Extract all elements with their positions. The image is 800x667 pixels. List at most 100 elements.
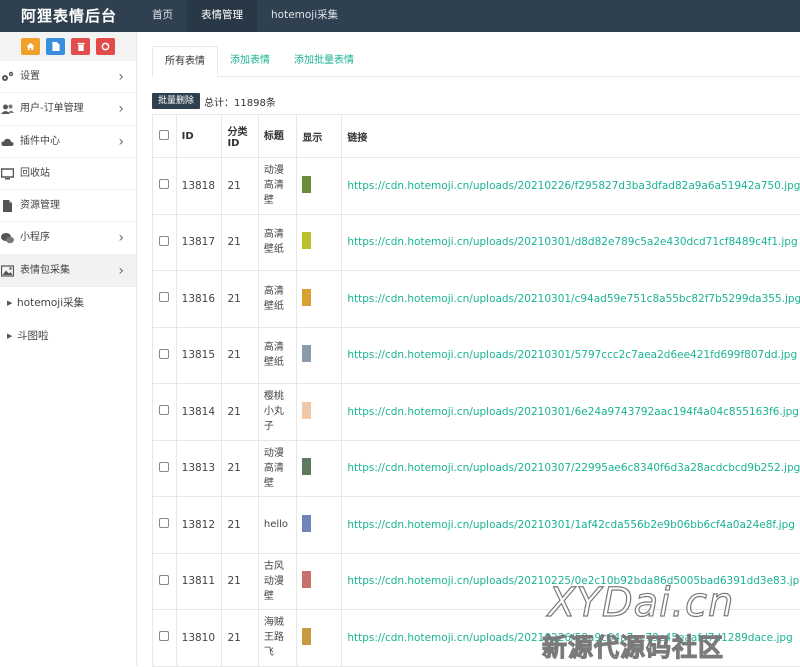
cell-link[interactable]: https://cdn.hotemoji.cn/uploads/20210225… [342,553,800,610]
cell-link[interactable]: https://cdn.hotemoji.cn/uploads/20210226… [342,158,800,215]
row-checkbox[interactable] [159,462,169,472]
cell-link[interactable]: https://cdn.hotemoji.cn/uploads/20210301… [342,327,800,384]
image-icon [1,265,14,277]
file-icon[interactable] [46,38,65,55]
emoji-thumbnail[interactable] [302,458,311,475]
home-icon[interactable] [21,38,40,55]
batch-delete-button[interactable]: 批量删除 [152,93,200,109]
row-checkbox[interactable] [159,518,169,528]
cell-category-id: 21 [222,497,258,554]
emoji-thumbnail[interactable] [302,515,311,532]
row-checkbox[interactable] [159,405,169,415]
cell-id: 13817 [176,214,222,271]
emoji-thumbnail[interactable] [302,571,311,588]
emoji-thumbnail[interactable] [302,232,311,249]
chevron-right-icon: › [118,222,124,254]
menu-settings[interactable]: 设置 › [0,61,136,93]
menu-resource-management[interactable]: 资源管理 [0,190,136,222]
table-row: 1381821动漫高清壁https://cdn.hotemoji.cn/uplo… [153,158,800,215]
cell-display [297,158,342,215]
emoji-thumbnail[interactable] [302,289,311,306]
cell-display [297,553,342,610]
nav-home[interactable]: 首页 [138,0,187,32]
emoji-url-link[interactable]: https://cdn.hotemoji.cn/uploads/20210301… [347,349,797,361]
row-select-cell [153,327,177,384]
cell-display [297,214,342,271]
cell-id: 13815 [176,327,222,384]
chevron-right-icon: › [118,255,124,287]
cell-link[interactable]: https://cdn.hotemoji.cn/uploads/20210301… [342,384,800,441]
table-row: 1381321动漫高清壁https://cdn.hotemoji.cn/uplo… [153,440,800,497]
menu-mini-program[interactable]: 小程序 › [0,222,136,254]
table-row: 1381621高清壁纸https://cdn.hotemoji.cn/uploa… [153,271,800,328]
cell-display [297,610,342,667]
header-display[interactable]: 显示 [297,115,342,158]
app-title: 阿狸表情后台 [0,0,138,32]
menu-emoji-collect[interactable]: 表情包采集 › [0,255,136,287]
recycle-icon[interactable] [96,38,115,55]
cell-link[interactable]: https://cdn.hotemoji.cn/uploads/20210226… [342,610,800,667]
row-select-cell [153,440,177,497]
header-id[interactable]: ID [176,115,222,158]
cell-link[interactable]: https://cdn.hotemoji.cn/uploads/20210301… [342,271,800,328]
emoji-thumbnail[interactable] [302,176,311,193]
row-checkbox[interactable] [159,292,169,302]
select-all-checkbox[interactable] [159,130,169,140]
chevron-right-icon: › [118,61,124,93]
tab-bar: 所有表情 添加表情 添加批量表情 [152,46,800,77]
emoji-thumbnail[interactable] [302,402,311,419]
cell-title: 海贼王路飞 [258,610,297,667]
top-bar: 阿狸表情后台 首页 表情管理 hotemoji采集 [0,0,800,32]
emoji-url-link[interactable]: https://cdn.hotemoji.cn/uploads/20210226… [347,180,800,192]
row-select-cell [153,553,177,610]
emoji-url-link[interactable]: https://cdn.hotemoji.cn/uploads/20210226… [347,632,792,644]
submenu-hotemoji-collect[interactable]: ▶ hotemoji采集 [0,287,136,320]
header-title[interactable]: 标题 [258,115,297,158]
table-row: 1381221hellohttps://cdn.hotemoji.cn/uplo… [153,497,800,554]
tab-add-batch-emoji[interactable]: 添加批量表情 [282,46,366,77]
header-category-id[interactable]: 分类ID [222,115,258,158]
cell-link[interactable]: https://cdn.hotemoji.cn/uploads/20210301… [342,497,800,554]
emoji-url-link[interactable]: https://cdn.hotemoji.cn/uploads/20210307… [347,462,800,474]
menu-plugin-center[interactable]: 插件中心 › [0,126,136,158]
menu-label: 设置 [20,71,40,82]
row-select-cell [153,384,177,441]
row-checkbox[interactable] [159,631,169,641]
caret-right-icon: ▶ [7,320,12,352]
cell-title: hello [258,497,297,554]
emoji-url-link[interactable]: https://cdn.hotemoji.cn/uploads/20210301… [347,293,800,305]
table-row: 1381021海贼王路飞https://cdn.hotemoji.cn/uplo… [153,610,800,667]
row-checkbox[interactable] [159,179,169,189]
cell-category-id: 21 [222,158,258,215]
tab-add-emoji[interactable]: 添加表情 [218,46,282,77]
table-row: 1381721高清壁纸https://cdn.hotemoji.cn/uploa… [153,214,800,271]
emoji-url-link[interactable]: https://cdn.hotemoji.cn/uploads/20210301… [347,519,795,531]
table-row: 1381521高清壁纸https://cdn.hotemoji.cn/uploa… [153,327,800,384]
row-checkbox[interactable] [159,575,169,585]
submenu-doutula[interactable]: ▶ 斗图啦 [0,320,136,353]
cell-category-id: 21 [222,553,258,610]
nav-emoji-management[interactable]: 表情管理 [187,0,257,32]
cell-link[interactable]: https://cdn.hotemoji.cn/uploads/20210307… [342,440,800,497]
users-icon [1,103,14,115]
cell-id: 13814 [176,384,222,441]
header-link[interactable]: 链接 [342,115,800,158]
row-checkbox[interactable] [159,236,169,246]
trash-icon[interactable] [71,38,90,55]
cell-category-id: 21 [222,327,258,384]
table-row: 1381121古风动漫壁https://cdn.hotemoji.cn/uplo… [153,553,800,610]
tab-all-emojis[interactable]: 所有表情 [152,46,218,77]
cell-link[interactable]: https://cdn.hotemoji.cn/uploads/20210301… [342,214,800,271]
top-nav: 首页 表情管理 hotemoji采集 [138,0,352,32]
menu-label: 表情包采集 [20,265,70,276]
menu-users-orders[interactable]: 用户-订单管理 › [0,93,136,125]
emoji-url-link[interactable]: https://cdn.hotemoji.cn/uploads/20210301… [347,236,797,248]
emoji-thumbnail[interactable] [302,345,311,362]
nav-hotemoji-collect[interactable]: hotemoji采集 [257,0,352,32]
emoji-url-link[interactable]: https://cdn.hotemoji.cn/uploads/20210225… [347,575,800,587]
emoji-url-link[interactable]: https://cdn.hotemoji.cn/uploads/20210301… [347,406,799,418]
row-checkbox[interactable] [159,349,169,359]
gears-icon [1,71,14,83]
emoji-thumbnail[interactable] [302,628,311,645]
menu-recycle-bin[interactable]: 回收站 [0,158,136,190]
